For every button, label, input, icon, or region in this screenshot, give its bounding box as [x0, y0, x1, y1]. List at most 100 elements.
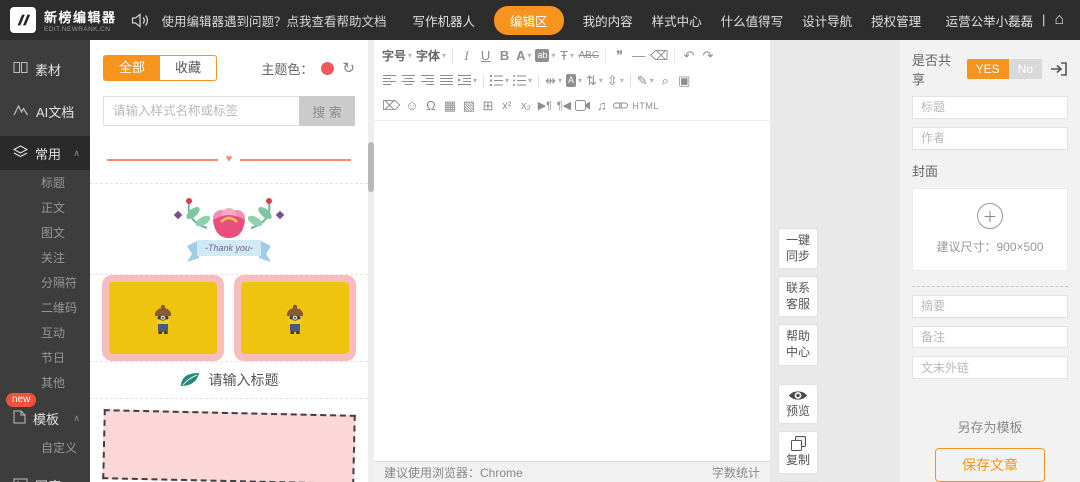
note-input[interactable] [912, 326, 1068, 349]
share-yes-option[interactable]: YES [967, 59, 1009, 79]
sidebar-item-festival[interactable]: 节日 [0, 345, 90, 370]
plus-icon: ＋ [977, 203, 1003, 229]
bold-button[interactable]: B [495, 48, 514, 63]
clear-format-button[interactable]: ⌦ [380, 98, 402, 114]
sidebar-item-common[interactable]: 常用 ∧ [0, 136, 90, 170]
align-justify-button[interactable] [437, 75, 456, 86]
collapse-panel-icon[interactable] [1050, 61, 1068, 77]
theme-color-swatch[interactable] [321, 62, 334, 75]
unordered-list-button[interactable]: ▾ [511, 75, 534, 86]
contact-service-button[interactable]: 联系客服 [778, 276, 818, 317]
style-item-leaf-title[interactable]: 请输入标题 [90, 362, 368, 399]
sidebar-item-qrcode[interactable]: 二维码 [0, 295, 90, 320]
nav-style-center[interactable]: 样式中心 [652, 11, 702, 30]
paragraph-spacing-button[interactable]: ⇳▾ [605, 73, 626, 89]
search-button[interactable]: 搜 索 [299, 96, 355, 126]
one-key-sync-button[interactable]: 一键同步 [778, 228, 818, 269]
ordered-list-button[interactable]: ▾ [488, 75, 511, 86]
paragraph-backward-button[interactable]: ¶◀ [554, 99, 573, 112]
insert-music-button[interactable]: ♫ [592, 98, 611, 113]
sidebar-item-template[interactable]: new 模板 ∧ [0, 401, 90, 435]
insert-table-button[interactable]: ⊞ [478, 98, 497, 114]
blockquote-button[interactable]: ❞ [610, 48, 629, 64]
copy-button[interactable]: 复制 [778, 431, 818, 474]
help-announcement-link[interactable]: 使用编辑器遇到问题？点我查看帮助文档 [162, 11, 387, 30]
horizontal-rule-button[interactable]: — [629, 48, 648, 63]
align-left-button[interactable] [380, 75, 399, 86]
share-no-option[interactable]: No [1009, 59, 1042, 79]
sidebar-item-ai-doc[interactable]: AI文档 [0, 94, 90, 128]
text-style-button[interactable]: Ŧ▾ [558, 48, 577, 63]
insert-video-button[interactable] [573, 100, 592, 111]
line-spacing-button[interactable]: ⇅▾ [584, 73, 605, 89]
align-center-button[interactable] [399, 75, 418, 86]
sidebar-item-image-text[interactable]: 图文 [0, 220, 90, 245]
sidebar-item-body-text[interactable]: 正文 [0, 195, 90, 220]
find-replace-button[interactable]: ⌕ [656, 73, 675, 89]
cover-upload-area[interactable]: ＋ 建议尺寸：900×500 [912, 188, 1068, 271]
nav-writing-robot[interactable]: 写作机器人 [413, 11, 476, 30]
style-search-input[interactable] [103, 96, 299, 126]
sidebar-item-divider[interactable]: 分隔符 [0, 270, 90, 295]
username[interactable]: 运营公举小磊磊 [946, 11, 1034, 30]
upload-image-button[interactable]: ▧ [459, 98, 478, 114]
help-center-button[interactable]: 帮助中心 [778, 324, 818, 365]
italic-button[interactable]: I [457, 48, 476, 64]
nav-editor-area[interactable]: 编辑区 [494, 6, 564, 35]
background-color-button[interactable]: ab▾ [533, 49, 557, 62]
undo-button[interactable]: ↶ [679, 48, 698, 64]
save-article-button[interactable]: 保存文章 [935, 448, 1045, 482]
style-item-yellow-cards[interactable] [90, 275, 368, 362]
emoji-button[interactable]: ☺ [402, 98, 421, 113]
sidebar-item-interaction[interactable]: 互动 [0, 320, 90, 345]
sidebar-item-follow[interactable]: 关注 [0, 245, 90, 270]
page-preview-button[interactable]: ▣ [675, 73, 694, 89]
eraser-button[interactable]: ⌫ [648, 48, 670, 64]
format-brush-button[interactable]: ✎▾ [635, 73, 656, 89]
subscript-button[interactable]: x₂ [516, 100, 535, 112]
word-count-link[interactable]: 字数统计 [712, 464, 760, 481]
indent-button[interactable]: ▾ [456, 75, 479, 86]
sidebar-item-other[interactable]: 其他 [0, 370, 90, 395]
insert-link-button[interactable] [611, 101, 630, 110]
strikethrough-button[interactable]: ABC [577, 50, 602, 61]
article-author-input[interactable] [912, 127, 1068, 150]
app-title: 新榜编辑器 [44, 7, 117, 26]
nav-design-nav[interactable]: 设计导航 [802, 11, 852, 30]
insert-image-button[interactable]: ▦ [440, 98, 459, 114]
app-logo[interactable]: 新榜编辑器 EDIT.NEWRANK.CN [10, 7, 117, 33]
special-char-button[interactable]: Ω [421, 98, 440, 113]
superscript-button[interactable]: x² [497, 100, 516, 112]
font-color-button[interactable]: A▾ [514, 48, 533, 63]
html-source-button[interactable]: HTML [630, 101, 661, 111]
article-title-input[interactable] [912, 96, 1068, 119]
paragraph-forward-button[interactable]: ▶¶ [535, 99, 554, 112]
sidebar-item-title[interactable]: 标题 [0, 170, 90, 195]
font-size-select[interactable]: 字号▾ [380, 47, 414, 64]
underline-button[interactable]: U [476, 48, 495, 63]
sidebar-item-gallery[interactable]: 图库 ∧ [0, 468, 90, 482]
save-as-template-link[interactable]: 另存为模板 [912, 417, 1068, 436]
summary-input[interactable] [912, 295, 1068, 318]
nav-auth-manage[interactable]: 授权管理 [871, 11, 921, 30]
tab-all[interactable]: 全部 [104, 56, 160, 80]
style-item-heart-divider[interactable]: ♥ [90, 136, 368, 184]
redo-button[interactable]: ↷ [698, 48, 717, 64]
preview-button[interactable]: 预览 [778, 384, 818, 425]
nav-my-content[interactable]: 我的内容 [583, 11, 633, 30]
letter-spacing-button[interactable]: ⇹▾ [543, 73, 564, 89]
auto-format-button[interactable]: A▾ [564, 74, 584, 87]
editor-content-area[interactable] [374, 121, 770, 461]
tab-favorites[interactable]: 收藏 [160, 56, 216, 80]
align-right-button[interactable] [418, 75, 437, 86]
sidebar-item-material[interactable]: 素材 [0, 52, 90, 86]
refresh-icon[interactable]: ↻ [342, 59, 355, 77]
font-family-select[interactable]: 字体▾ [414, 47, 448, 64]
style-item-dashed-box[interactable] [90, 399, 368, 482]
home-icon[interactable]: ⌂ [1054, 11, 1064, 29]
footer-link-input[interactable] [912, 356, 1068, 379]
nav-what-to-write[interactable]: 什么值得写 [721, 11, 784, 30]
sidebar-item-custom[interactable]: 自定义 [0, 435, 90, 460]
style-item-thankyou-flower[interactable]: -Thank you- [90, 184, 368, 274]
share-toggle[interactable]: YES No [967, 59, 1042, 79]
